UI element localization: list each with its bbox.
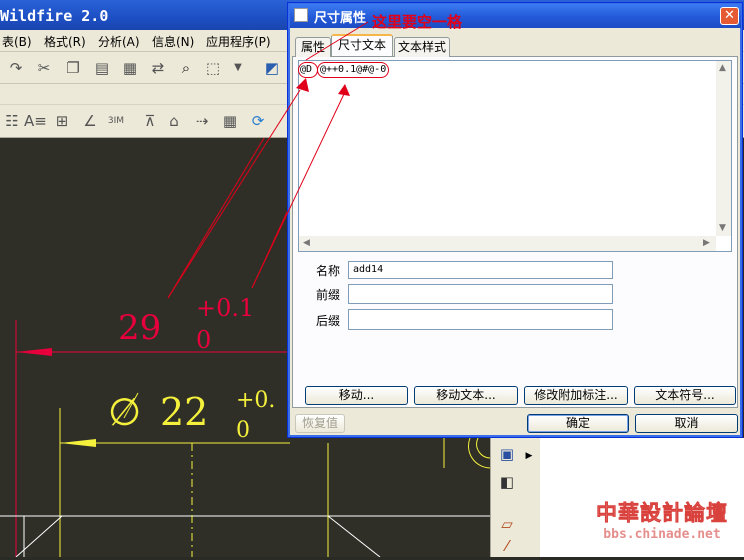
- annotation-arrowhead-1-icon: [296, 78, 309, 92]
- annotation-leader-a: [167, 89, 301, 299]
- annotation-leader-b: [251, 93, 345, 289]
- annotation-arrows: [167, 21, 369, 299]
- annotation-pointer-line: [305, 21, 369, 61]
